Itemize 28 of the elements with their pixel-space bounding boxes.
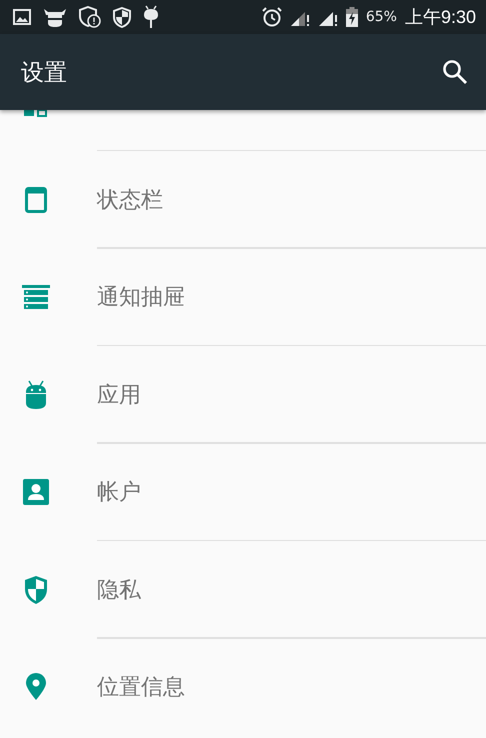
settings-item[interactable]: 状态栏 bbox=[0, 151, 486, 248]
settings-item[interactable]: 位置信息 bbox=[0, 638, 486, 736]
battery-charging-icon bbox=[346, 7, 358, 27]
settings-item-label: 位置信息 bbox=[97, 674, 185, 702]
clock-time: 上午9:30 bbox=[404, 6, 476, 29]
settings-item-label: 通知抽屉 bbox=[97, 284, 185, 312]
person-card-icon bbox=[23, 479, 49, 506]
alarm-icon bbox=[262, 7, 282, 27]
settings-item[interactable]: 帐户 bbox=[0, 444, 486, 541]
settings-item[interactable]: 通知抽屉 bbox=[0, 248, 486, 346]
settings-item-label: 隐私 bbox=[97, 576, 141, 605]
grid-icon bbox=[24, 110, 48, 118]
search-icon[interactable] bbox=[442, 59, 468, 85]
settings-item[interactable]: 隐私 bbox=[0, 541, 486, 638]
window-icon bbox=[25, 186, 47, 213]
shield-icon bbox=[113, 6, 131, 28]
shield-icon bbox=[24, 574, 48, 605]
location-pin-icon bbox=[25, 673, 47, 702]
settings-item[interactable]: 应用 bbox=[0, 346, 486, 444]
settings-item-label: 帐户 bbox=[97, 479, 141, 508]
image-icon bbox=[13, 9, 31, 25]
settings-item-label: 应用 bbox=[97, 382, 141, 410]
cow-face-icon bbox=[43, 6, 67, 28]
shield-alert-icon bbox=[79, 6, 101, 28]
battery-percent: 65% bbox=[366, 9, 397, 25]
settings-item-label: 状态栏 bbox=[97, 186, 163, 215]
drawer-icon bbox=[22, 285, 50, 310]
app-bar-title: 设置 bbox=[21, 58, 68, 88]
